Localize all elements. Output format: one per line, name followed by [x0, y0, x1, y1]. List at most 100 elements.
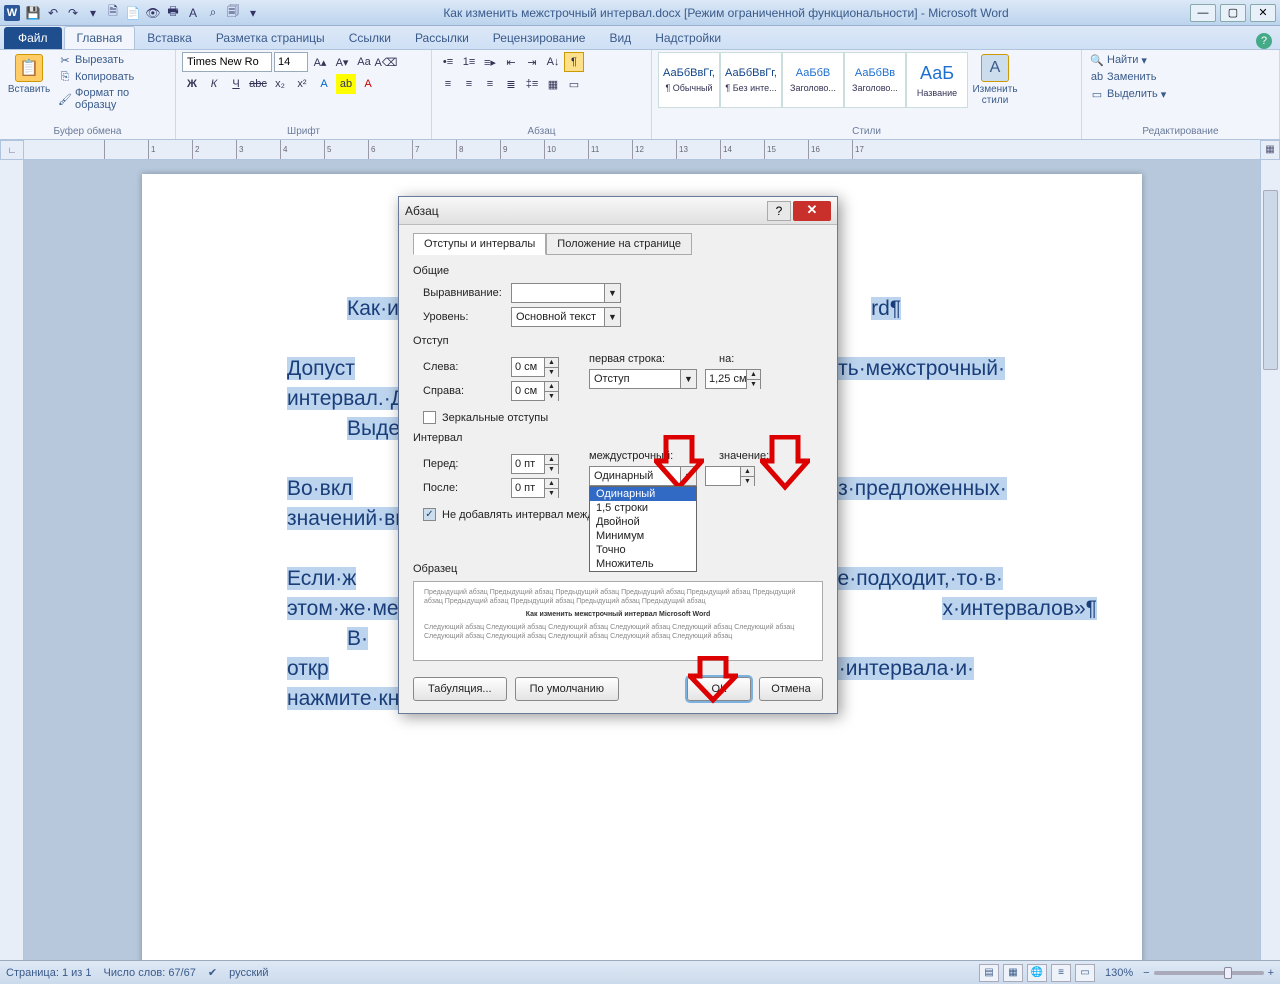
change-styles-button[interactable]: AИзменить стили [972, 52, 1018, 108]
tab-home[interactable]: Главная [64, 26, 136, 49]
status-words[interactable]: Число слов: 67/67 [104, 967, 196, 979]
borders-icon[interactable]: ▭ [564, 74, 584, 94]
replace-button[interactable]: abЗаменить [1088, 69, 1168, 85]
bullets-icon[interactable]: •≡ [438, 52, 458, 72]
scroll-thumb[interactable] [1263, 190, 1278, 370]
clear-format-icon[interactable]: A⌫ [376, 52, 396, 72]
firstline-by-spinner[interactable]: 1,25 см▲▼ [705, 369, 761, 389]
status-language[interactable]: русский [229, 967, 268, 979]
linespacing-value-spinner[interactable]: ▲▼ [705, 466, 755, 486]
default-button[interactable]: По умолчанию [515, 677, 619, 701]
align-right-icon[interactable]: ≡ [480, 74, 500, 94]
vertical-scrollbar[interactable] [1260, 160, 1280, 960]
ruler-corner[interactable]: ∟ [0, 140, 24, 160]
option-minimum[interactable]: Минимум [590, 529, 696, 543]
styles-gallery[interactable]: АаБбВвГг,¶ Обычный АаБбВвГг,¶ Без инте..… [658, 52, 968, 108]
option-double[interactable]: Двойной [590, 515, 696, 529]
tabs-button[interactable]: Табуляция... [413, 677, 507, 701]
change-case-icon[interactable]: Aa [354, 52, 374, 72]
superscript-icon[interactable]: x² [292, 74, 312, 94]
subscript-icon[interactable]: x₂ [270, 74, 290, 94]
vertical-ruler[interactable] [0, 160, 24, 960]
maximize-button[interactable]: ▢ [1220, 4, 1246, 22]
view-print-layout[interactable]: ▤ [979, 964, 999, 982]
qat-btn[interactable]: ⌕ [204, 4, 222, 22]
tab-view[interactable]: Вид [597, 27, 643, 49]
style-heading1[interactable]: АаБбВЗаголово... [782, 52, 844, 108]
qat-btn[interactable]: 📄 [124, 4, 142, 22]
option-multiple[interactable]: Множитель [590, 557, 696, 571]
paste-button[interactable]: 📋 Вставить [6, 52, 52, 97]
mirror-indents-checkbox[interactable] [423, 411, 436, 424]
ok-button[interactable]: ОК [687, 677, 751, 701]
undo-icon[interactable]: ↶ [44, 4, 62, 22]
underline-icon[interactable]: Ч [226, 74, 246, 94]
view-web[interactable]: 🌐 [1027, 964, 1047, 982]
style-heading2[interactable]: АаБбВвЗаголово... [844, 52, 906, 108]
text-effects-icon[interactable]: A [314, 74, 334, 94]
multilevel-icon[interactable]: ≡▸ [480, 52, 500, 72]
zoom-thumb[interactable] [1224, 967, 1232, 979]
tab-addins[interactable]: Надстройки [643, 27, 733, 49]
qat-btn[interactable]: A [184, 4, 202, 22]
shrink-font-icon[interactable]: A▾ [332, 52, 352, 72]
show-marks-icon[interactable]: ¶ [564, 52, 584, 72]
firstline-combo[interactable]: Отступ▼ [589, 369, 697, 389]
status-proofing-icon[interactable]: ✔ [208, 966, 217, 979]
grow-font-icon[interactable]: A▴ [310, 52, 330, 72]
style-title[interactable]: АаБНазвание [906, 52, 968, 108]
status-page[interactable]: Страница: 1 из 1 [6, 967, 92, 979]
font-size-combo[interactable] [274, 52, 308, 72]
dialog-close-button[interactable]: ✕ [793, 201, 831, 221]
tab-review[interactable]: Рецензирование [481, 27, 598, 49]
space-after-spinner[interactable]: 0 пт▲▼ [511, 478, 559, 498]
linespacing-dropdown[interactable]: Одинарный 1,5 строки Двойной Минимум Точ… [589, 486, 697, 572]
increase-indent-icon[interactable]: ⇥ [522, 52, 542, 72]
find-button[interactable]: 🔍Найти ▾ [1088, 52, 1168, 68]
option-1-5[interactable]: 1,5 строки [590, 501, 696, 515]
option-single[interactable]: Одинарный [590, 487, 696, 501]
font-color-icon[interactable]: A [358, 74, 378, 94]
qat-btn[interactable]: 🖶 [164, 4, 182, 22]
dialog-tab-indents[interactable]: Отступы и интервалы [413, 233, 546, 255]
font-name-combo[interactable] [182, 52, 272, 72]
minimize-button[interactable]: — [1190, 4, 1216, 22]
line-spacing-icon[interactable]: ‡≡ [522, 74, 542, 94]
zoom-in[interactable]: + [1268, 967, 1274, 979]
italic-icon[interactable]: К [204, 74, 224, 94]
space-before-spinner[interactable]: 0 пт▲▼ [511, 454, 559, 474]
zoom-out[interactable]: − [1143, 967, 1149, 979]
linespacing-combo[interactable]: Одинарный▼ [589, 466, 697, 486]
qat-btn[interactable]: 🗎 [104, 4, 122, 22]
align-center-icon[interactable]: ≡ [459, 74, 479, 94]
tab-layout[interactable]: Разметка страницы [204, 27, 337, 49]
dialog-tab-position[interactable]: Положение на странице [546, 233, 692, 255]
tab-mailings[interactable]: Рассылки [403, 27, 481, 49]
format-painter-button[interactable]: 🖌Формат по образцу [56, 86, 169, 112]
decrease-indent-icon[interactable]: ⇤ [501, 52, 521, 72]
close-button[interactable]: ✕ [1250, 4, 1276, 22]
copy-button[interactable]: ⎘Копировать [56, 69, 169, 85]
qat-more-icon[interactable]: ▾ [244, 4, 262, 22]
tab-file[interactable]: Файл [4, 27, 62, 49]
qat-btn[interactable]: 👁 [144, 4, 162, 22]
dialog-titlebar[interactable]: Абзац ? ✕ [399, 197, 837, 225]
view-draft[interactable]: ▭ [1075, 964, 1095, 982]
tab-insert[interactable]: Вставка [135, 27, 204, 49]
save-icon[interactable]: 💾 [24, 4, 42, 22]
align-left-icon[interactable]: ≡ [438, 74, 458, 94]
highlight-icon[interactable]: ab [336, 74, 356, 94]
numbering-icon[interactable]: 1≡ [459, 52, 479, 72]
redo-icon[interactable]: ↷ [64, 4, 82, 22]
no-space-checkbox[interactable] [423, 508, 436, 521]
justify-icon[interactable]: ≣ [501, 74, 521, 94]
left-indent-spinner[interactable]: 0 см▲▼ [511, 357, 559, 377]
sort-icon[interactable]: A↓ [543, 52, 563, 72]
view-fullscreen[interactable]: ▦ [1003, 964, 1023, 982]
shading-icon[interactable]: ▦ [543, 74, 563, 94]
help-icon[interactable]: ? [1256, 33, 1272, 49]
ruler-toggle[interactable]: ▦ [1260, 140, 1280, 160]
outline-level-combo[interactable]: Основной текст▼ [511, 307, 621, 327]
tab-references[interactable]: Ссылки [337, 27, 403, 49]
alignment-combo[interactable]: ▼ [511, 283, 621, 303]
